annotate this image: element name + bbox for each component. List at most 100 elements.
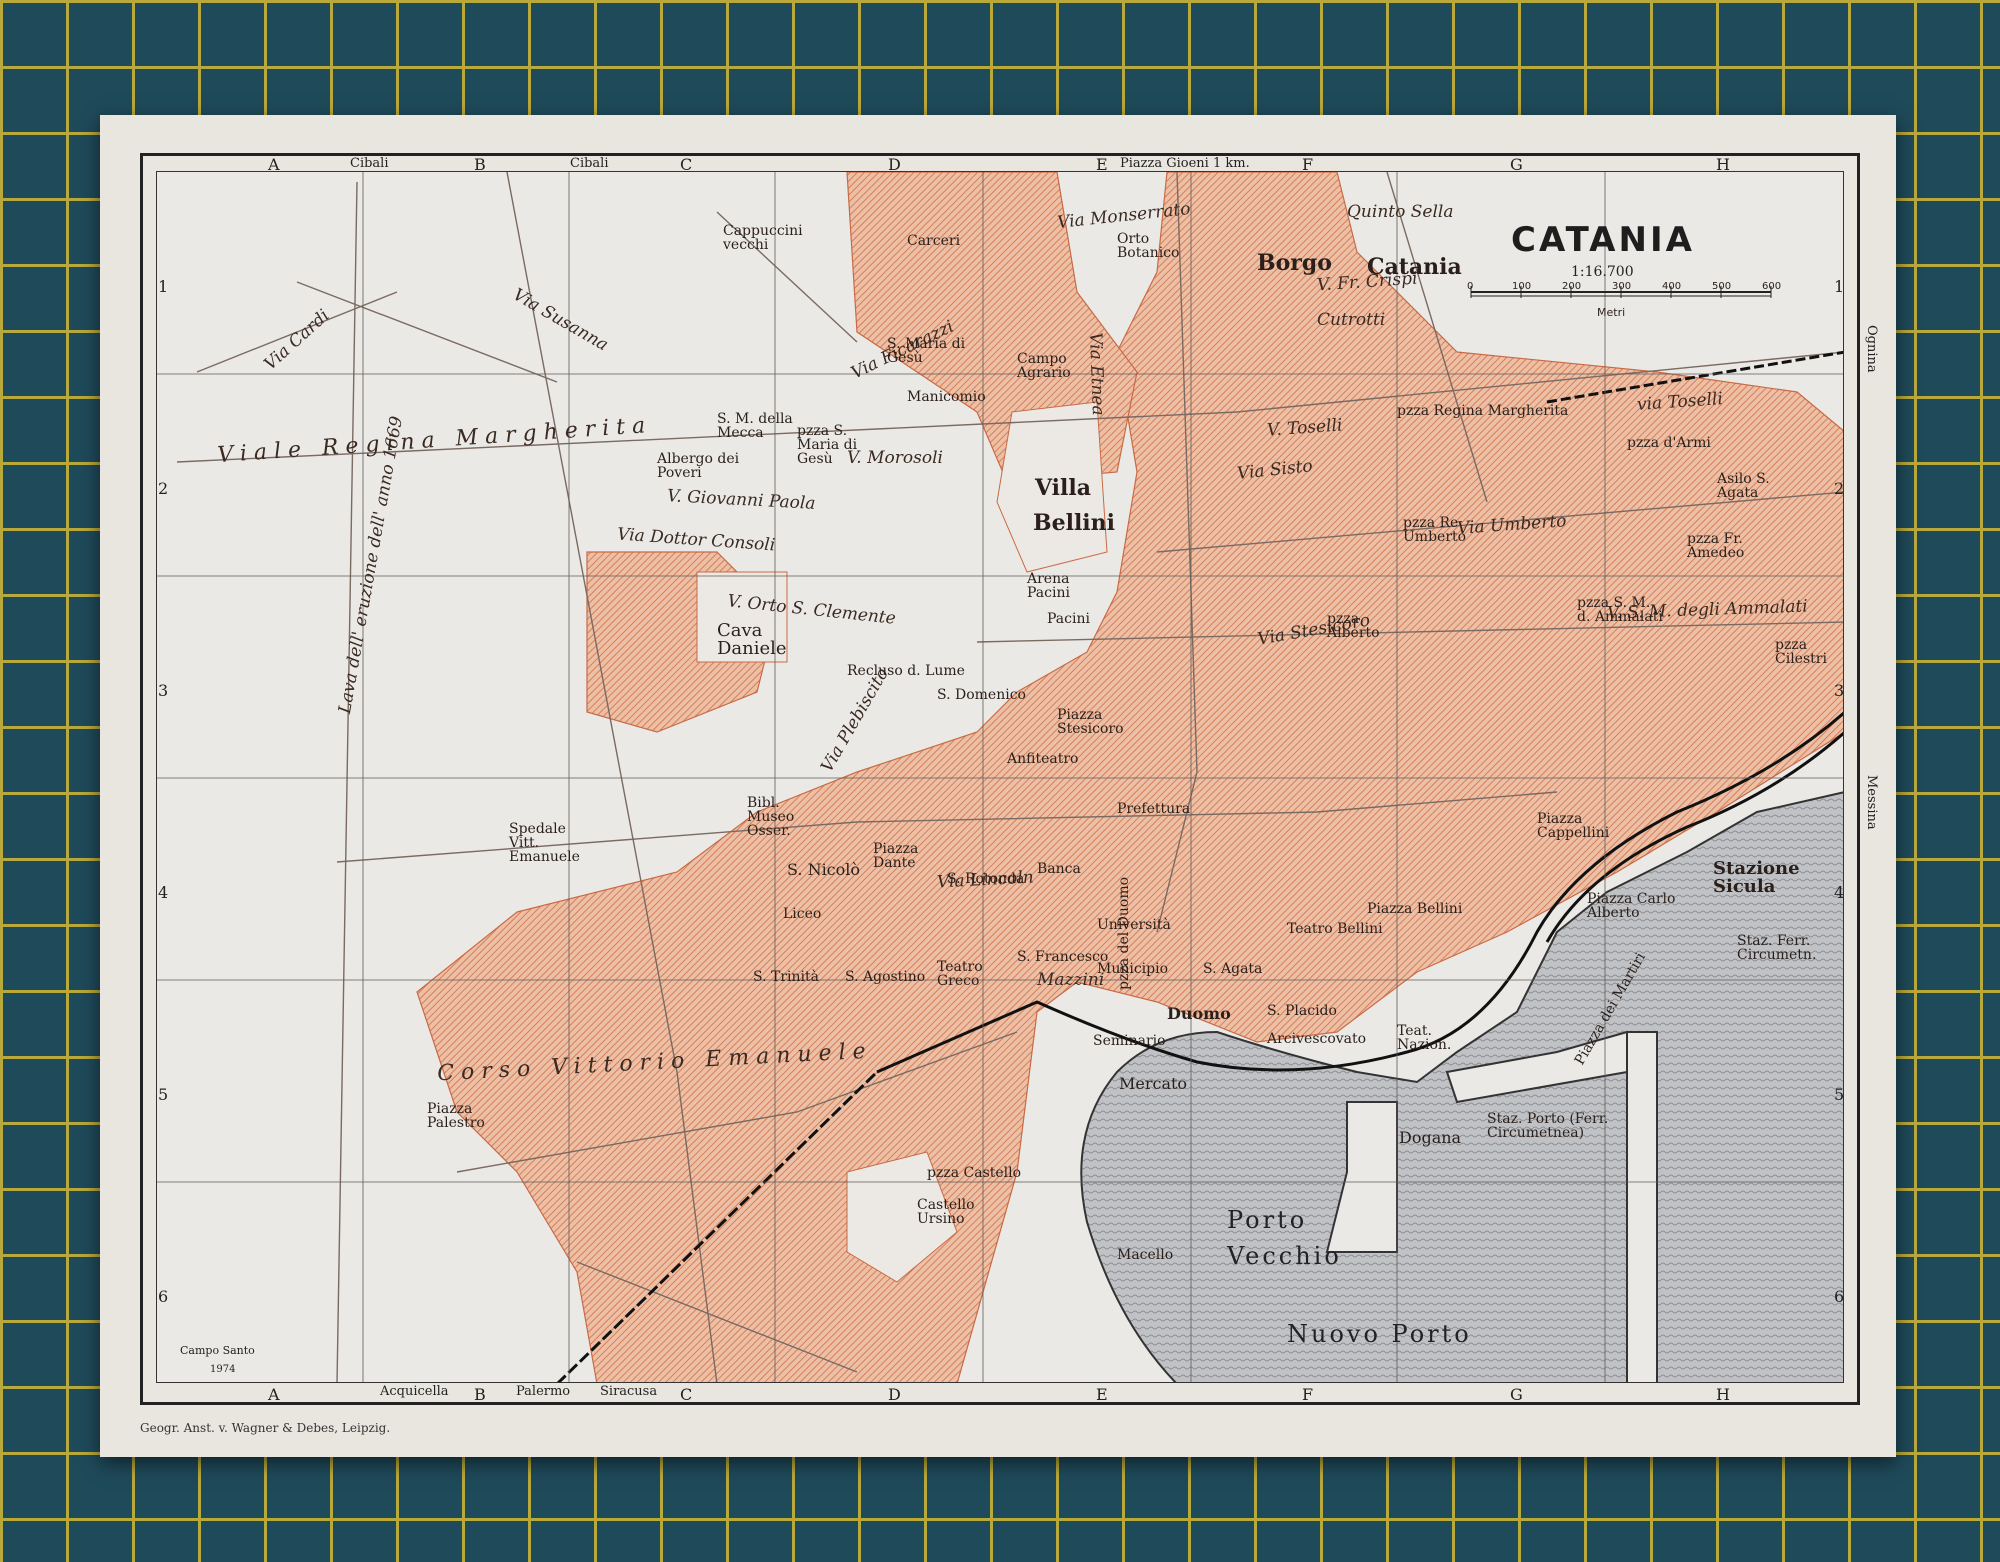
quarter-catania: Catania <box>1367 254 1462 280</box>
grid-col-a-top: A <box>268 155 280 174</box>
grid-col-f-bottom: F <box>1302 1385 1314 1404</box>
map-canvas[interactable]: Viale Regina Margherita Corso Vittorio E… <box>156 171 1844 1383</box>
scale-tick-300: 300 <box>1612 281 1632 292</box>
edge-label-messina: Messina <box>1864 775 1879 830</box>
grid-col-h-top: H <box>1716 155 1730 174</box>
grid-col-d-top: D <box>888 155 901 174</box>
place-piazza-stesicoro: Piazza Stesicoro <box>1057 707 1124 737</box>
grid-col-a-bottom: A <box>268 1385 280 1404</box>
place-pzza-castello: pzza Castello <box>927 1165 1022 1181</box>
place-carceri: Carceri <box>907 233 961 249</box>
quarter-borgo: Borgo <box>1257 250 1332 276</box>
place-castello-ursino: Castello Ursino <box>917 1197 975 1227</box>
grid-col-e-top: E <box>1096 155 1108 174</box>
map-drawing <box>157 172 1843 1382</box>
grid-col-g-top: G <box>1510 155 1523 174</box>
place-pzza-cilestri: pzza Cilestri <box>1775 637 1827 667</box>
place-pacini: Pacini <box>1047 611 1090 627</box>
place-s-trinita: S. Trinità <box>753 969 819 985</box>
place-manicomio: Manicomio <box>907 389 986 405</box>
publisher-imprint: Geogr. Anst. v. Wagner & Debes, Leipzig. <box>140 1421 391 1435</box>
place-staz-ferr-circumetnea: Staz. Ferr. Circumetn. <box>1737 933 1817 963</box>
place-macello: Macello <box>1117 1247 1174 1263</box>
grid-row-6-right: 6 <box>1834 1287 1845 1306</box>
place-pzza-s-m-ammalati: pzza S. M. d. Ammalati <box>1577 595 1663 625</box>
edge-label-cibali-2: Cibali <box>570 156 609 171</box>
place-prefettura: Prefettura <box>1117 801 1191 817</box>
place-spedale: Spedale Vitt. Emanuele <box>509 821 580 865</box>
place-banca: Banca <box>1037 861 1081 877</box>
map-sheet: Viale Regina Margherita Corso Vittorio E… <box>100 115 1896 1457</box>
place-stazione-sicula: Stazione Sicula <box>1713 858 1800 897</box>
street-via-etnea: Via Etnea <box>1085 331 1108 416</box>
place-s-maria-di-gesu: S. Maria di Gesù <box>887 336 966 366</box>
scale-unit: Metri <box>1597 306 1626 319</box>
place-s-francesco: S. Francesco <box>1017 949 1109 965</box>
grid-row-4-right: 4 <box>1834 883 1845 902</box>
place-orto-botanico: Orto Botanico <box>1117 231 1180 261</box>
place-seminario: Seminario <box>1093 1033 1166 1049</box>
grid-row-5-left: 5 <box>158 1085 169 1104</box>
place-pzza-re-umberto: pzza Re Umberto <box>1403 515 1467 545</box>
place-teatro-greco: Teatro Greco <box>937 959 983 989</box>
place-teatro-bellini: Teatro Bellini <box>1287 921 1383 937</box>
grid-col-b-bottom: B <box>474 1385 486 1404</box>
grid-row-2-left: 2 <box>158 479 169 498</box>
edge-label-palermo: Palermo <box>516 1384 571 1399</box>
place-recluso: Recluso d. Lume <box>847 663 965 679</box>
place-piazza-dante: Piazza Dante <box>873 841 919 871</box>
place-cappuccini-vecchi: Cappuccini vecchi <box>723 223 803 253</box>
quarter-bellini: Bellini <box>1033 510 1116 536</box>
scale-tick-100: 100 <box>1512 281 1532 292</box>
place-pzza-d-armi: pzza d'Armi <box>1627 435 1711 451</box>
place-staz-porto: Staz. Porto (Ferr. Circumetnea) <box>1487 1111 1609 1141</box>
grid-col-f-top: F <box>1302 155 1314 174</box>
water-nuovo-porto: Nuovo Porto <box>1287 1320 1472 1348</box>
edge-label-cibali-1: Cibali <box>350 156 389 171</box>
grid-col-c-top: C <box>680 155 693 174</box>
grid-row-1-right: 1 <box>1834 277 1845 296</box>
place-s-nicolo: S. Nicolò <box>787 860 861 879</box>
place-s-domenico: S. Domenico <box>937 687 1026 703</box>
water-porto-vecchio: Porto Vecchio <box>1227 1206 1342 1270</box>
edge-label-siracusa: Siracusa <box>600 1384 658 1399</box>
place-teatro-nazionale: Teat. Nazion. <box>1397 1023 1452 1053</box>
place-piazza-cappellini: Piazza Cappellini <box>1537 811 1610 841</box>
place-pzza-regina-margherita: pzza Regina Margherita <box>1397 403 1569 419</box>
grid-row-6-left: 6 <box>158 1287 169 1306</box>
scale-tick-400: 400 <box>1662 281 1682 292</box>
place-mercato: Mercato <box>1119 1074 1188 1093</box>
scale-tick-600: 600 <box>1762 281 1782 292</box>
quarter-villa: Villa <box>1035 475 1092 501</box>
place-arena-pacini: Arena Pacini <box>1027 571 1070 601</box>
place-arcivescovato: Arcivescovato <box>1267 1031 1367 1047</box>
grid-col-d-bottom: D <box>888 1385 901 1404</box>
place-piazza-carlo-alberto: Piazza Carlo Alberto <box>1587 891 1676 921</box>
place-anfiteatro: Anfiteatro <box>1007 751 1079 767</box>
grid-col-e-bottom: E <box>1096 1385 1108 1404</box>
grid-col-h-bottom: H <box>1716 1385 1730 1404</box>
grid-col-c-bottom: C <box>680 1385 693 1404</box>
grid-row-3-left: 3 <box>158 681 169 700</box>
place-s-agostino: S. Agostino <box>845 969 926 985</box>
map-title: CATANIA <box>1511 220 1695 260</box>
place-piazza-palestro: Piazza Palestro <box>427 1101 485 1131</box>
grid-row-1-left: 1 <box>158 277 169 296</box>
place-dogana: Dogana <box>1399 1128 1462 1147</box>
place-s-agata-east: S. Agata <box>1203 961 1263 977</box>
scale-tick-500: 500 <box>1712 281 1732 292</box>
scale-tick-0: 0 <box>1467 281 1474 292</box>
grid-col-g-bottom: G <box>1510 1385 1523 1404</box>
edge-label-ognina: Ognina <box>1864 325 1879 373</box>
grid-row-3-right: 3 <box>1834 681 1845 700</box>
place-piazza-bellini: Piazza Bellini <box>1367 901 1463 917</box>
edge-label-acquicella: Acquicella <box>380 1384 449 1399</box>
place-cava-daniele: Cava Daniele <box>717 620 787 659</box>
place-piazza-del-duomo: pzza del Duomo <box>1116 876 1132 990</box>
street-mazzini: Mazzini <box>1037 970 1105 990</box>
place-pzza-fr-amedeo: pzza Fr. Amedeo <box>1687 531 1745 561</box>
grid-row-4-left: 4 <box>158 883 169 902</box>
place-albergo-dei-poveri: Albergo dei Poveri <box>657 451 740 481</box>
place-liceo: Liceo <box>783 906 822 922</box>
grid-col-b-top: B <box>474 155 486 174</box>
